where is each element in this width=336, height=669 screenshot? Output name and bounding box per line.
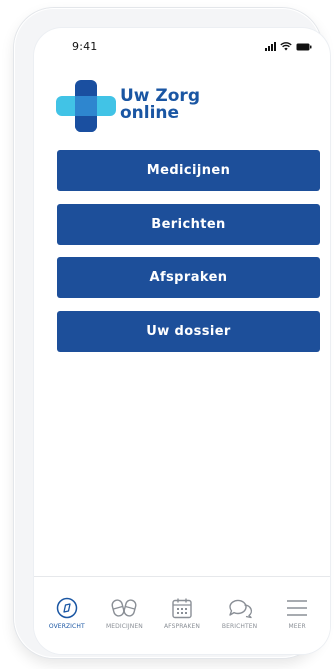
brand-name: Uw Zorg online bbox=[120, 88, 200, 122]
uw-dossier-button[interactable]: Uw dossier bbox=[57, 311, 320, 352]
medicijnen-button[interactable]: Medicijnen bbox=[57, 150, 320, 191]
tab-medicijnen[interactable]: MEDICIJNEN bbox=[97, 577, 151, 654]
tab-label-afspraken: AFSPRAKEN bbox=[163, 623, 200, 630]
afspraken-button[interactable]: Afspraken bbox=[57, 257, 320, 298]
battery-icon bbox=[296, 43, 312, 51]
cross-logo-icon bbox=[56, 80, 116, 132]
tab-label-medicijnen: MEDICIJNEN bbox=[105, 623, 143, 630]
tab-label-overzicht: OVERZICHT bbox=[48, 623, 85, 630]
status-icons bbox=[265, 41, 312, 51]
tab-bar: OVERZICHT MEDICIJNEN AFSPRAKEN BERICHTEN… bbox=[34, 576, 330, 654]
tab-berichten[interactable]: BERICHTEN bbox=[213, 577, 267, 654]
tab-label-meer: MEER bbox=[288, 623, 306, 630]
status-time: 9:41 bbox=[72, 40, 98, 53]
menu-icon bbox=[287, 600, 308, 616]
wifi-icon bbox=[280, 42, 292, 51]
chat-bubbles-icon bbox=[228, 599, 252, 619]
tab-overzicht[interactable]: OVERZICHT bbox=[40, 577, 94, 654]
tab-label-berichten: BERICHTEN bbox=[221, 623, 258, 630]
pills-icon bbox=[111, 599, 137, 617]
signal-icon bbox=[265, 42, 276, 51]
status-bar: 9:41 bbox=[34, 28, 330, 66]
brand-logo: Uw Zorg online bbox=[56, 76, 246, 132]
app-screen: 9:41 Uw Zorg online Medicijnen Berichten… bbox=[34, 28, 330, 654]
tab-afspraken[interactable]: AFSPRAKEN bbox=[155, 577, 209, 654]
tab-meer[interactable]: MEER bbox=[270, 577, 324, 654]
calendar-icon bbox=[172, 598, 192, 619]
berichten-button[interactable]: Berichten bbox=[57, 204, 320, 245]
overview-icon bbox=[56, 597, 78, 619]
brand-line-2: online bbox=[120, 103, 180, 123]
phone-frame: 9:41 Uw Zorg online Medicijnen Berichten… bbox=[14, 8, 330, 658]
